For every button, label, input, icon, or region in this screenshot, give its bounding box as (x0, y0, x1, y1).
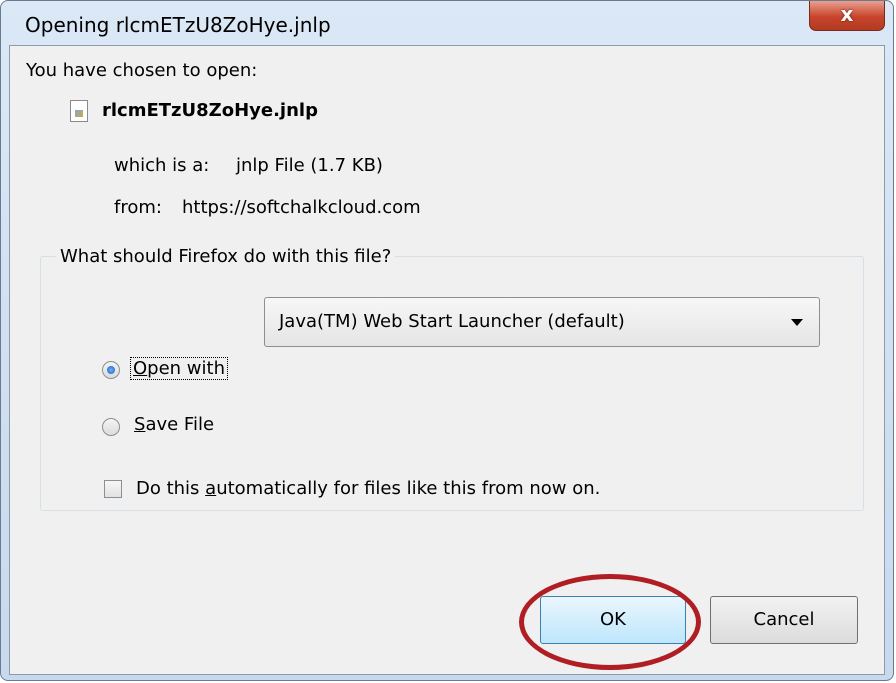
cancel-button[interactable]: Cancel (710, 596, 858, 644)
action-groupbox (40, 256, 864, 511)
chevron-down-icon (791, 319, 803, 326)
type-label: which is a: (114, 155, 210, 176)
close-icon: x (840, 2, 854, 26)
save-file-rest: ave File (145, 414, 215, 435)
from-value: https://softchalkcloud.com (182, 197, 421, 218)
auto-label[interactable]: Do this automatically for files like thi… (136, 478, 600, 499)
dropdown-selected-value: Java(TM) Web Start Launcher (default) (279, 311, 625, 332)
open-with-label[interactable]: Open with (130, 357, 228, 380)
open-with-focus: Open with (130, 357, 228, 380)
close-button[interactable]: x (809, 1, 885, 31)
open-with-rest: pen with (147, 358, 225, 379)
auto-label-after: utomatically for files like this from no… (216, 478, 601, 499)
save-file-label[interactable]: Save File (134, 414, 214, 435)
intro-text: You have chosen to open: (26, 60, 258, 81)
auto-checkbox[interactable] (104, 480, 122, 498)
title-bar[interactable]: Opening rlcmETzU8ZoHye.jnlp x (1, 1, 893, 45)
auto-label-before: Do this (136, 478, 206, 499)
from-label: from: (114, 197, 162, 218)
open-with-radio[interactable] (102, 361, 120, 379)
file-icon (70, 100, 88, 122)
open-with-dropdown[interactable]: Java(TM) Web Start Launcher (default) (264, 297, 820, 347)
save-file-radio[interactable] (102, 418, 120, 436)
window-title: Opening rlcmETzU8ZoHye.jnlp (25, 13, 331, 37)
ok-highlight-ring (519, 574, 701, 670)
group-label: What should Firefox do with this file? (56, 246, 396, 267)
open-with-accel: O (133, 358, 148, 379)
file-name: rlcmETzU8ZoHye.jnlp (102, 100, 318, 121)
save-file-accel: S (134, 414, 146, 435)
auto-label-accel: a (205, 478, 217, 499)
type-value: jnlp File (1.7 KB) (236, 155, 383, 176)
